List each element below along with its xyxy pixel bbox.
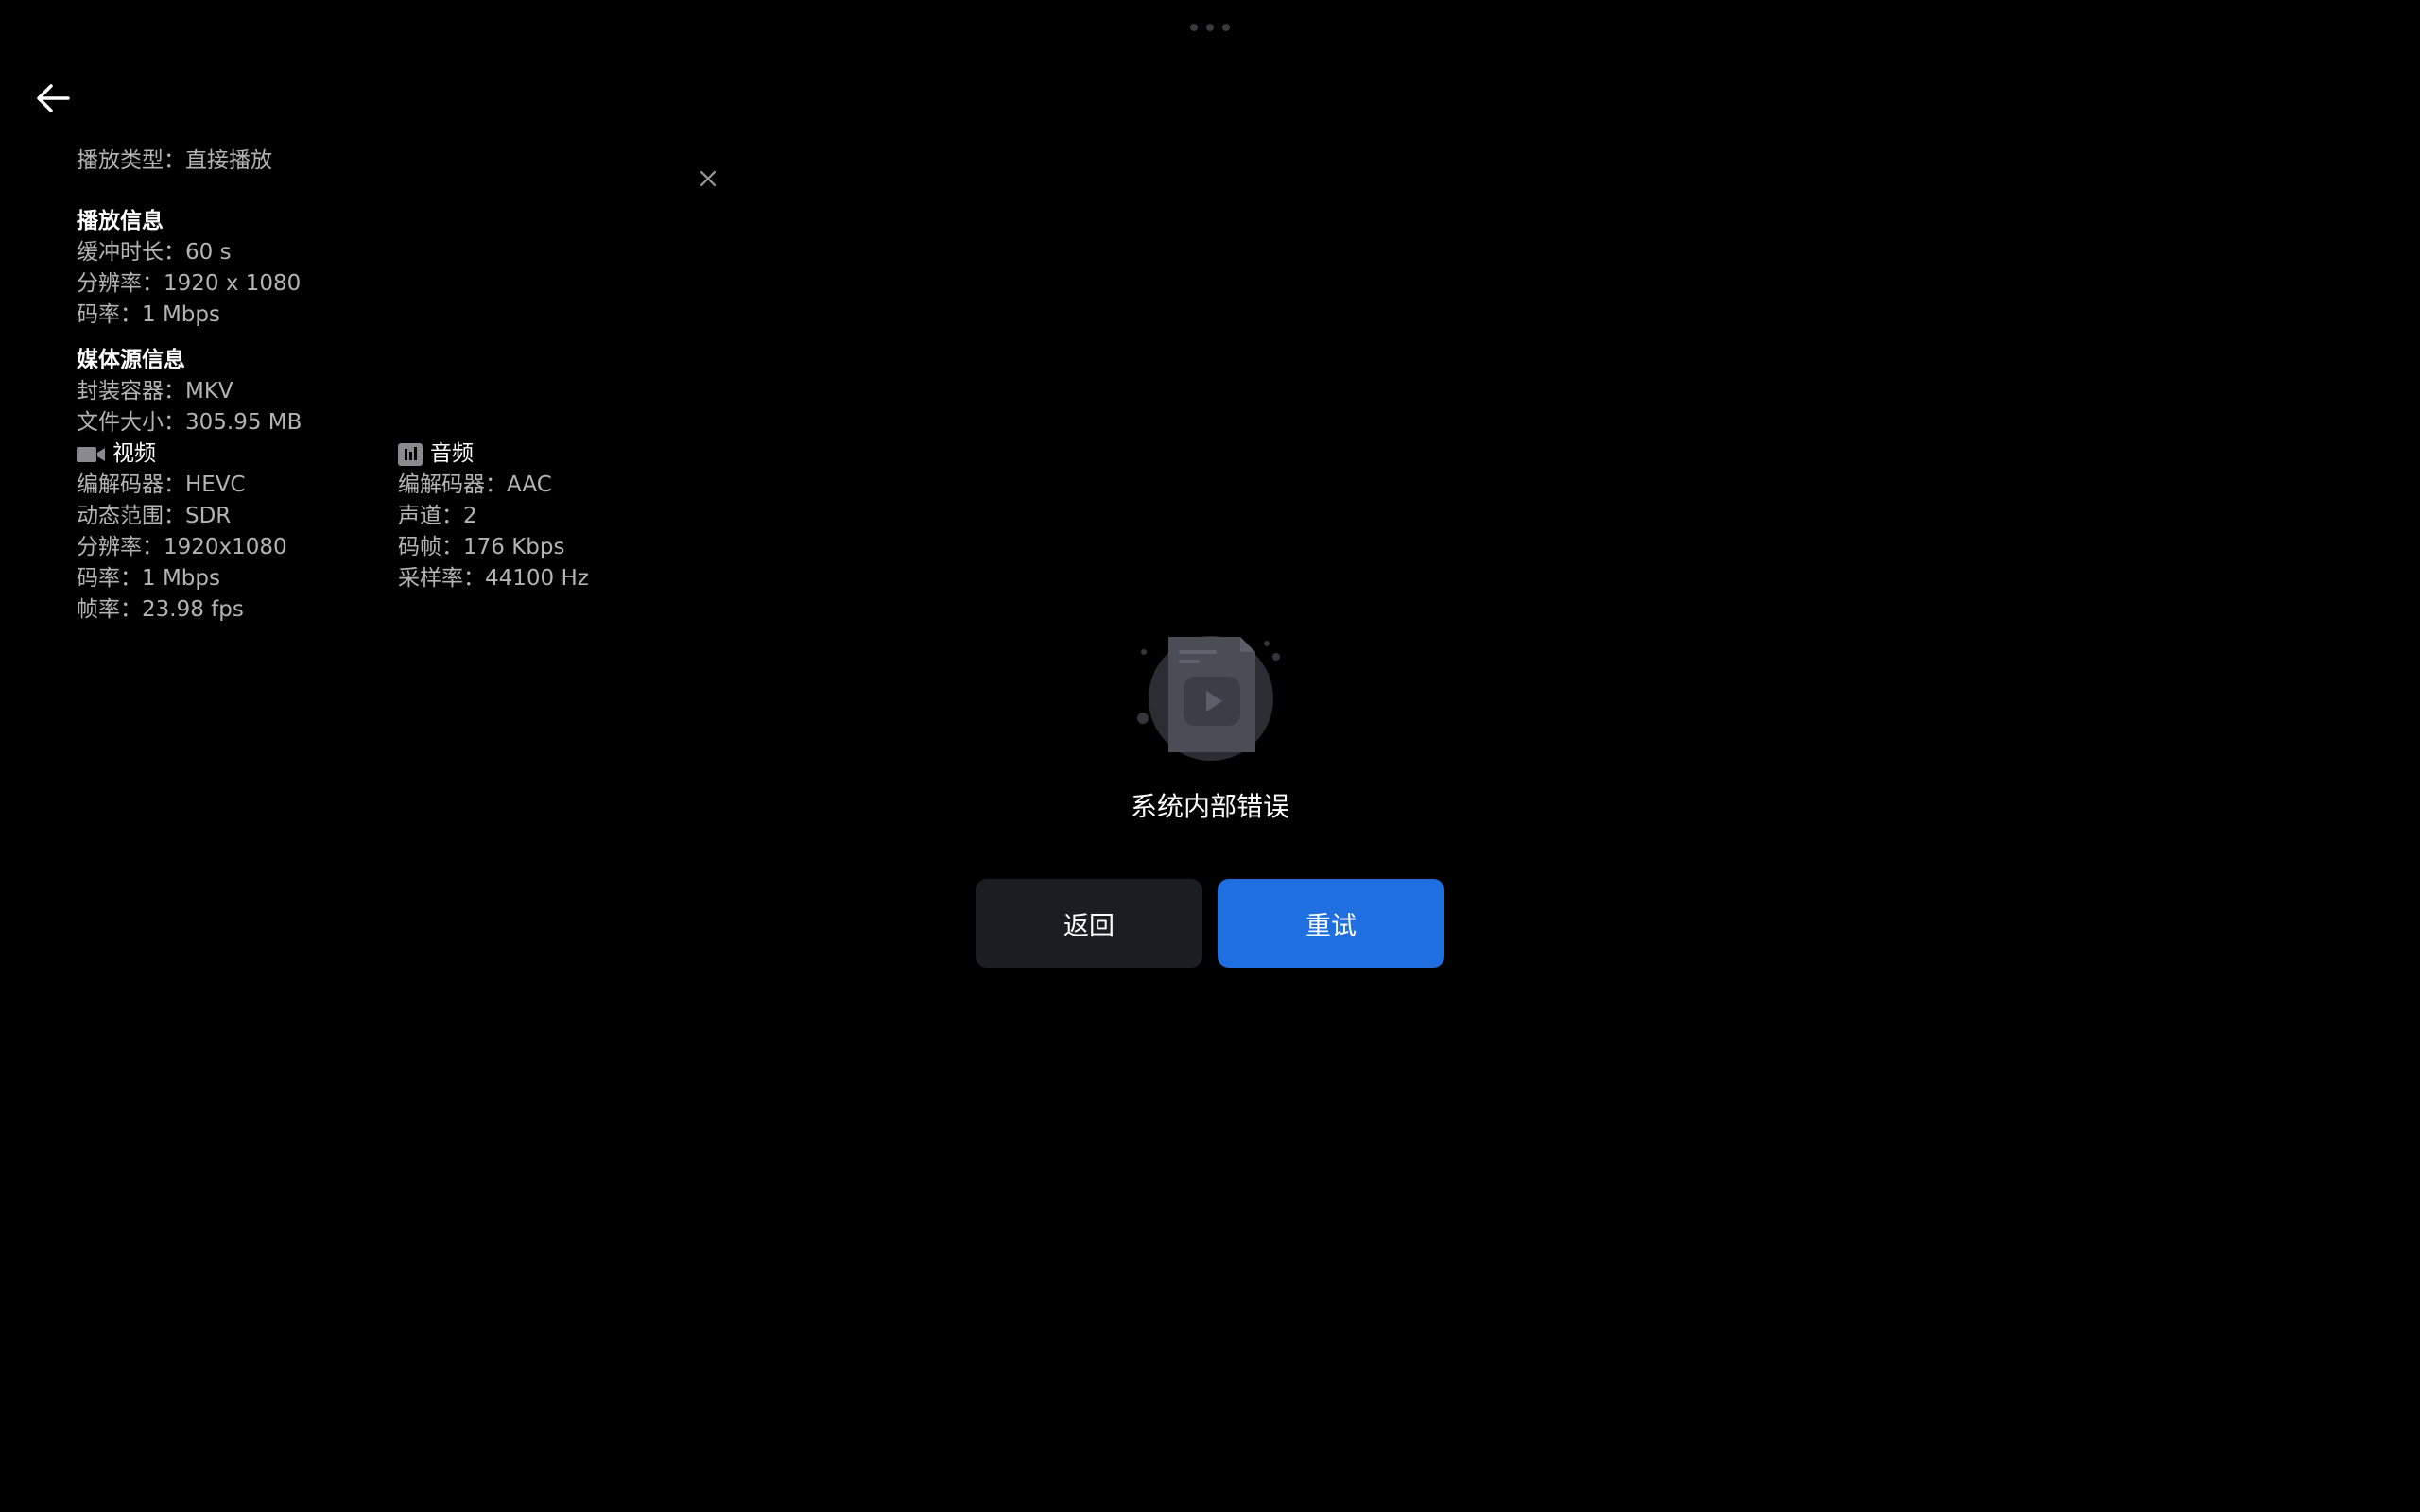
row-value: SDR xyxy=(185,504,232,528)
row-value: 2 xyxy=(463,504,477,528)
video-row: 分辨率：1920x1080 xyxy=(77,532,398,563)
row-value: 直接播放 xyxy=(185,148,272,173)
row-label: 播放类型： xyxy=(77,148,185,173)
row-label: 缓冲时长： xyxy=(77,240,185,265)
row-label: 分辨率： xyxy=(77,535,164,559)
row-value: 23.98 fps xyxy=(142,597,244,622)
row-label: 编解码器： xyxy=(398,472,507,497)
playback-info-panel: 播放类型：直接播放 播放信息 缓冲时长：60 s 分辨率：1920 x 1080… xyxy=(77,146,719,626)
row-value: 44100 Hz xyxy=(485,566,589,591)
video-row: 编解码器：HEVC xyxy=(77,470,398,501)
retry-button[interactable]: 重试 xyxy=(1218,879,1444,968)
audio-row: 声道：2 xyxy=(398,501,719,532)
row-label: 编解码器： xyxy=(77,472,185,497)
video-title: 视频 xyxy=(112,441,156,466)
handle-dot xyxy=(1222,24,1230,31)
back-arrow-button[interactable] xyxy=(28,74,78,123)
arrow-left-icon xyxy=(37,84,70,112)
audio-column: 音频 编解码器：AAC 声道：2 码帧：176 Kbps 采样率：44100 H… xyxy=(398,438,719,626)
video-row: 码率：1 Mbps xyxy=(77,563,398,594)
row-label: 采样率： xyxy=(398,566,485,591)
video-camera-icon xyxy=(77,446,105,462)
video-column: 视频 编解码器：HEVC 动态范围：SDR 分辨率：1920x1080 码率：1… xyxy=(77,438,398,626)
row-value: 1 Mbps xyxy=(142,302,220,327)
window-handle[interactable] xyxy=(1190,24,1230,31)
row-value: 1920x1080 xyxy=(164,535,287,559)
stream-columns: 视频 编解码器：HEVC 动态范围：SDR 分辨率：1920x1080 码率：1… xyxy=(77,438,719,626)
info-row: 缓冲时长：60 s xyxy=(77,237,719,268)
info-row: 分辨率：1920 x 1080 xyxy=(77,268,719,300)
row-value: 1920 x 1080 xyxy=(164,271,302,296)
row-value: MKV xyxy=(185,379,233,404)
row-value: 176 Kbps xyxy=(463,535,565,559)
row-value: 305.95 MB xyxy=(185,410,302,435)
handle-dot xyxy=(1190,24,1198,31)
row-label: 声道： xyxy=(398,504,463,528)
audio-title: 音频 xyxy=(430,441,474,466)
media-info-title: 媒体源信息 xyxy=(77,348,185,372)
row-label: 码帧： xyxy=(398,535,463,559)
player-screen: 播放类型：直接播放 播放信息 缓冲时长：60 s 分辨率：1920 x 1080… xyxy=(0,0,2420,1512)
audio-bars-icon xyxy=(398,442,423,466)
video-error-illustration-icon xyxy=(1137,636,1280,761)
play-info-title: 播放信息 xyxy=(77,209,164,233)
row-value: 1 Mbps xyxy=(142,566,220,591)
audio-row: 码帧：176 Kbps xyxy=(398,532,719,563)
video-header: 视频 xyxy=(77,438,398,470)
row-label: 封装容器： xyxy=(77,379,185,404)
info-row: 码率：1 Mbps xyxy=(77,300,719,331)
back-button[interactable]: 返回 xyxy=(976,879,1202,968)
row-label: 文件大小： xyxy=(77,410,185,435)
audio-header: 音频 xyxy=(398,438,719,470)
audio-row: 采样率：44100 Hz xyxy=(398,563,719,594)
video-row: 帧率：23.98 fps xyxy=(77,594,398,626)
row-label: 帧率： xyxy=(77,597,142,622)
row-label: 分辨率： xyxy=(77,271,164,296)
error-message: 系统内部错误 xyxy=(1130,791,1289,822)
video-row: 动态范围：SDR xyxy=(77,501,398,532)
handle-dot xyxy=(1206,24,1214,31)
row-value: HEVC xyxy=(185,472,246,497)
info-row: 文件大小：305.95 MB xyxy=(77,407,719,438)
info-row: 封装容器：MKV xyxy=(77,376,719,407)
audio-row: 编解码器：AAC xyxy=(398,470,719,501)
row-label: 动态范围： xyxy=(77,504,185,528)
playback-type-row: 播放类型：直接播放 xyxy=(77,146,719,177)
row-value: AAC xyxy=(507,472,552,497)
row-label: 码率： xyxy=(77,566,142,591)
row-value: 60 s xyxy=(185,240,232,265)
row-label: 码率： xyxy=(77,302,142,327)
